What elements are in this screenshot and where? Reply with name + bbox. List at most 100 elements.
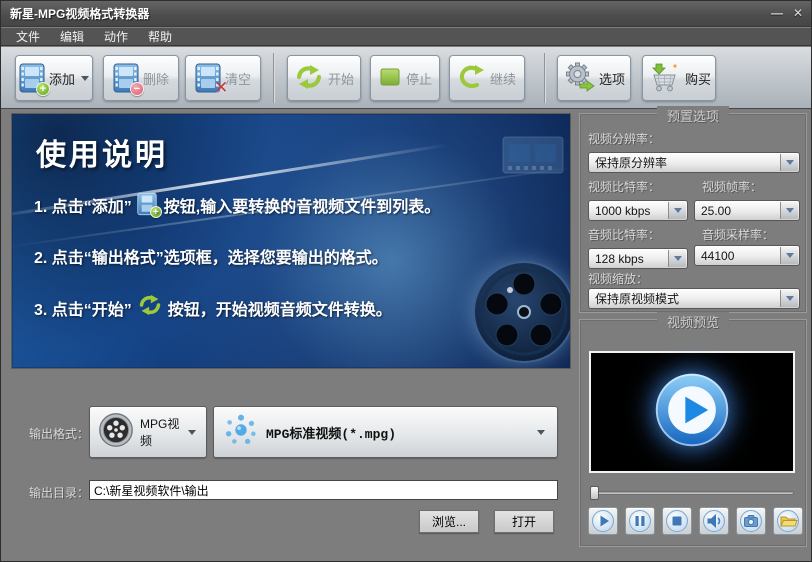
chevron-down-icon (537, 429, 545, 435)
preview-play-button[interactable] (588, 507, 618, 535)
start-cycle-icon (294, 64, 324, 93)
chevron-down-icon[interactable] (780, 154, 798, 171)
menu-file[interactable]: 文件 (7, 27, 49, 46)
chevron-down-icon[interactable] (780, 290, 798, 307)
step1-text-pre: 1. 点击“添加” (34, 199, 132, 216)
start-button[interactable]: 开始 (287, 55, 361, 101)
sample-rate-label: 音频采样率： (702, 228, 775, 242)
video-bitrate-label: 视频比特率： (588, 180, 661, 194)
profile-molecule-icon (222, 411, 260, 454)
chevron-down-icon[interactable] (780, 202, 798, 219)
video-scale-value: 保持原视频模式 (595, 292, 680, 306)
menu-edit[interactable]: 编辑 (51, 27, 93, 46)
step3-text-post: 按钮，开始视频音频文件转换。 (167, 301, 392, 319)
film-add-icon: + (19, 63, 50, 96)
audio-bitrate-label: 音频比特率： (588, 228, 661, 242)
play-logo (652, 370, 732, 455)
delete-button[interactable]: − 删除 (103, 55, 179, 101)
menu-bar: 文件 编辑 动作 帮助 (1, 28, 811, 46)
minus-badge-icon: − (129, 82, 144, 96)
sample-rate-select[interactable]: 44100 (694, 245, 800, 266)
options-button[interactable]: 选项 (557, 55, 631, 101)
output-category-value: MPG视频 (140, 417, 180, 448)
frame-rate-label: 视频帧率： (702, 180, 763, 194)
buy-button[interactable]: 购买 (642, 55, 716, 101)
step3-text-pre: 3. 点击“开始” (34, 301, 132, 319)
film-clear-icon: ✕ (195, 63, 228, 96)
video-bitrate-select[interactable]: 1000 kbps (588, 200, 688, 221)
stop-button[interactable]: 停止 (370, 55, 440, 101)
toolbar-separator (273, 53, 274, 103)
options-button-label: 选项 (598, 71, 625, 87)
plus-badge-icon: + (149, 206, 162, 218)
start-cycle-inline-icon (137, 294, 163, 321)
filmstrip-watermark-icon (502, 136, 564, 179)
menu-action[interactable]: 动作 (95, 27, 137, 46)
reel-icon (98, 412, 134, 453)
gear-icon (563, 62, 595, 95)
output-category-select[interactable]: MPG视频 (89, 406, 207, 458)
open-button[interactable]: 打开 (494, 510, 554, 533)
window-controls: — ✕ (771, 5, 803, 21)
resume-button[interactable]: 继续 (449, 55, 525, 101)
audio-bitrate-value: 128 kbps (595, 251, 644, 266)
add-button[interactable]: + 添加 (15, 55, 93, 101)
preview-stop-button[interactable] (662, 507, 692, 535)
output-format-label: 输出格式： (29, 427, 90, 441)
video-scale-select[interactable]: 保持原视频模式 (588, 288, 800, 309)
output-dir-input[interactable] (89, 480, 558, 500)
step2-text: 2. 点击“输出格式”选项框，选择您要输出的格式。 (34, 250, 388, 267)
clear-button-label: 清空 (224, 71, 251, 87)
resolution-select[interactable]: 保持原分辨率 (588, 152, 800, 173)
chevron-down-icon[interactable] (668, 202, 686, 219)
instruction-step-2: 2. 点击“输出格式”选项框，选择您要输出的格式。 (34, 244, 388, 268)
start-button-label: 开始 (327, 71, 354, 87)
chevron-down-icon[interactable] (668, 250, 686, 267)
toolbar-separator (544, 53, 545, 103)
plus-badge-icon: + (35, 82, 50, 96)
banner-title: 使用说明 (36, 139, 168, 172)
buy-button-label: 购买 (684, 71, 711, 87)
browse-button[interactable]: 浏览... (419, 510, 479, 533)
film-remove-icon: − (113, 63, 144, 96)
cart-icon (647, 62, 681, 95)
x-badge-icon: ✕ (213, 78, 229, 97)
seek-thumb[interactable] (590, 486, 599, 500)
instructions-banner: 使用说明 1. 点击“添加” + 按钮,输入要转换的音视频文件到列表。 2. 点… (11, 113, 571, 369)
add-button-label: 添加 (48, 71, 75, 87)
resume-button-label: 继续 (489, 71, 516, 87)
preview-volume-button[interactable] (699, 507, 729, 535)
frame-rate-value: 25.00 (701, 203, 732, 218)
film-reel-graphic (472, 260, 570, 368)
instruction-step-1: 1. 点击“添加” + 按钮,输入要转换的音视频文件到列表。 (34, 192, 440, 218)
preview-open-folder-button[interactable] (773, 507, 803, 535)
audio-bitrate-select[interactable]: 128 kbps (588, 248, 688, 269)
preset-panel-title: 预置选项 (656, 106, 730, 125)
resume-arrow-icon (458, 64, 486, 93)
output-profile-select[interactable]: MPG标准视频(*.mpg) (213, 406, 558, 458)
preview-snapshot-button[interactable] (736, 507, 766, 535)
output-profile-value: MPG标准视频(*.mpg) (266, 426, 397, 442)
clear-button[interactable]: ✕ 清空 (185, 55, 261, 101)
preview-pause-button[interactable] (625, 507, 655, 535)
minimize-button[interactable]: — (771, 5, 783, 21)
delete-button-label: 删除 (142, 71, 169, 87)
chevron-down-icon (81, 75, 89, 81)
menu-help[interactable]: 帮助 (139, 27, 181, 46)
close-button[interactable]: ✕ (793, 5, 803, 21)
chevron-down-icon (188, 429, 196, 435)
preview-panel-title: 视频预览 (656, 312, 730, 331)
resolution-label: 视频分辨率： (588, 132, 661, 146)
open-button-label: 打开 (511, 515, 536, 529)
video-preview-panel: 视频预览 (579, 312, 807, 547)
video-scale-label: 视频缩放： (588, 272, 649, 286)
chevron-down-icon[interactable] (780, 247, 798, 264)
output-dir-label: 输出目录： (29, 486, 90, 500)
preset-options-panel: 预置选项 视频分辨率： 保持原分辨率 视频比特率： 视频帧率： 1000 kbp… (579, 106, 807, 313)
seek-track[interactable] (594, 491, 794, 495)
stop-square-icon (378, 66, 402, 91)
instruction-step-3: 3. 点击“开始” 按钮，开始视频音频文件转换。 (34, 294, 392, 321)
resolution-value: 保持原分辨率 (595, 156, 668, 170)
title-bar: 新星-MPG视频格式转换器 — ✕ (1, 1, 811, 27)
frame-rate-select[interactable]: 25.00 (694, 200, 800, 221)
